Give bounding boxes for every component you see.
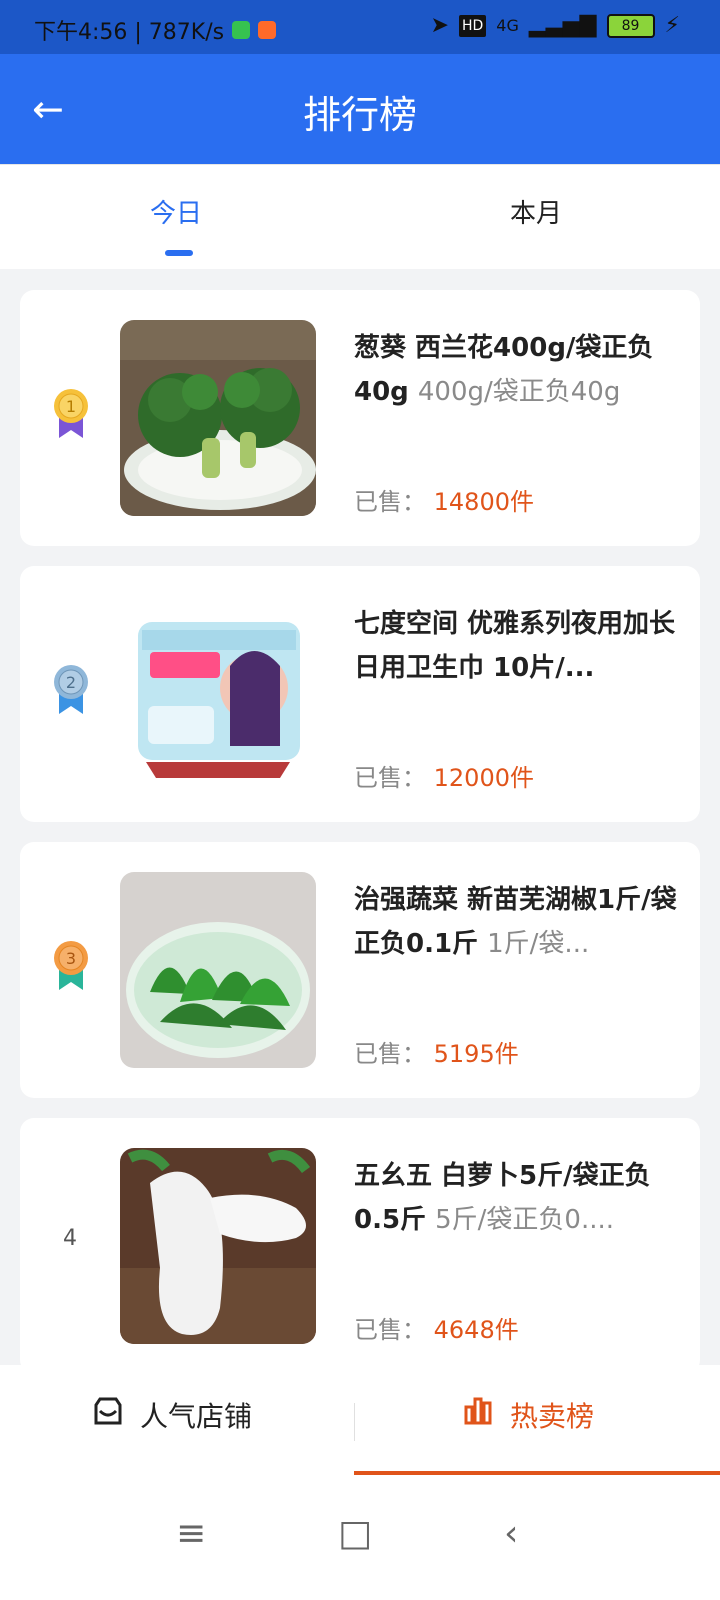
- sold-count: 5195件: [433, 1040, 519, 1068]
- product-title: 治强蔬菜 新苗芜湖椒1斤/袋正负0.1斤 1斤/袋...: [354, 878, 678, 966]
- status-time-speed: 下午4:56 | 787K/s: [34, 20, 225, 45]
- ranking-card-2[interactable]: 2 七度空间 优雅系列夜用加长日用卫生巾 10片/... 已售： 12000件: [20, 566, 700, 822]
- ranking-card-1[interactable]: 1 葱葵 西兰花400g/袋正负40g 400g/袋正负40g 已售： 1480…: [20, 290, 700, 546]
- hd-icon: HD: [458, 15, 487, 37]
- tab-bar: 今日 本月: [0, 164, 720, 269]
- product-image-broccoli[interactable]: [120, 320, 316, 516]
- status-right: ➤ HD 4G ▂▃▅▇ 89 ⚡: [431, 14, 680, 38]
- rank-number: 4: [63, 1226, 77, 1251]
- tab-active-indicator: [165, 250, 193, 256]
- sold-label: 已售：: [354, 1040, 426, 1068]
- app-icon-wechat: [232, 21, 251, 39]
- signal-icon: 4G: [496, 16, 519, 35]
- rank-medal-silver-icon: 2: [53, 664, 89, 716]
- product-spec: 1斤/袋...: [487, 929, 590, 959]
- system-navigation-bar: ≡ □ ‹: [0, 1475, 720, 1600]
- product-spec: 5斤/袋正负0....: [435, 1205, 615, 1235]
- home-icon[interactable]: □: [338, 1513, 372, 1554]
- location-icon: ➤: [430, 13, 449, 38]
- battery-icon: 89: [606, 14, 655, 38]
- tab-this-month[interactable]: 本月: [510, 193, 562, 230]
- sold-info: 已售： 5195件: [354, 1034, 519, 1069]
- store-icon: [90, 1393, 126, 1436]
- tab-today[interactable]: 今日: [150, 193, 202, 230]
- sold-label: 已售：: [354, 488, 426, 516]
- app-header: ← 排行榜: [0, 54, 720, 164]
- sold-count: 12000件: [433, 764, 534, 792]
- bottom-tab-hot-sales[interactable]: 热卖榜: [460, 1393, 594, 1436]
- sold-label: 已售：: [354, 764, 426, 792]
- menu-icon[interactable]: ≡: [176, 1513, 206, 1554]
- bottom-tab-popular-stores[interactable]: 人气店铺: [90, 1393, 252, 1436]
- product-image-peppers[interactable]: [120, 872, 316, 1068]
- product-title-text: 七度空间 优雅系列夜用加长日用卫生巾 10片/...: [354, 609, 676, 683]
- product-spec: 400g/袋正负40g: [417, 377, 621, 407]
- ranking-list: 1 葱葵 西兰花400g/袋正负40g 400g/袋正负40g 已售： 1480…: [20, 290, 700, 1394]
- rank-number: 2: [66, 673, 76, 692]
- sold-info: 已售： 4648件: [354, 1310, 519, 1345]
- sold-count: 4648件: [433, 1316, 519, 1344]
- sold-label: 已售：: [354, 1316, 426, 1344]
- sold-info: 已售： 12000件: [354, 758, 534, 793]
- bar-chart-icon: [460, 1393, 496, 1436]
- rank-medal-bronze-icon: 3: [53, 940, 89, 992]
- product-title: 葱葵 西兰花400g/袋正负40g 400g/袋正负40g: [354, 326, 678, 414]
- status-left: 下午4:56 | 787K/s: [34, 14, 277, 46]
- status-bar: 下午4:56 | 787K/s ➤ HD 4G ▂▃▅▇ 89 ⚡: [0, 0, 720, 54]
- product-title: 五幺五 白萝卜5斤/袋正负0.5斤 5斤/袋正负0....: [354, 1154, 678, 1242]
- product-image-sanitary-pads[interactable]: [120, 596, 316, 792]
- ranking-card-4[interactable]: 4 五幺五 白萝卜5斤/袋正负0.5斤 5斤/袋正负0.... 已售： 4648…: [20, 1118, 700, 1374]
- sold-info: 已售： 14800件: [354, 482, 534, 517]
- ranking-card-3[interactable]: 3 治强蔬菜 新苗芜湖椒1斤/袋正负0.1斤 1斤/袋... 已售： 5195件: [20, 842, 700, 1098]
- product-image-white-radish[interactable]: [120, 1148, 316, 1344]
- sold-count: 14800件: [433, 488, 534, 516]
- back-icon[interactable]: ‹: [504, 1513, 518, 1554]
- rank-number: 1: [66, 397, 76, 416]
- page-title: 排行榜: [302, 93, 417, 137]
- product-title: 七度空间 优雅系列夜用加长日用卫生巾 10片/...: [354, 602, 678, 690]
- bottom-tab-bar: 人气店铺 热卖榜: [0, 1365, 720, 1475]
- signal-bars-icon: ▂▃▅▇: [528, 13, 597, 38]
- bottom-tab-divider: [354, 1403, 355, 1441]
- bottom-tab-label: 人气店铺: [140, 1399, 253, 1433]
- charging-icon: ⚡: [664, 13, 680, 38]
- rank-medal-gold-icon: 1: [53, 388, 89, 440]
- bottom-tab-label: 热卖榜: [510, 1399, 595, 1433]
- app-icon-other: [258, 21, 277, 39]
- rank-number: 3: [66, 949, 76, 968]
